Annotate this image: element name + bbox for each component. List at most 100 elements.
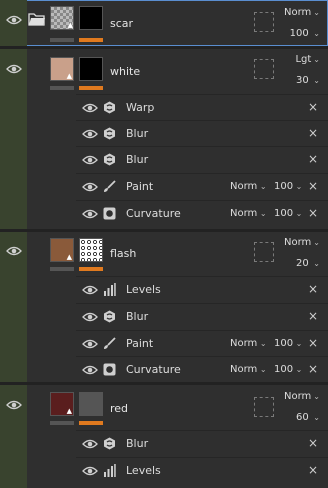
- eye-icon[interactable]: [82, 465, 100, 477]
- chevron-down-icon: ⌄: [310, 413, 320, 422]
- effect-name: Curvature: [126, 207, 181, 220]
- close-icon[interactable]: ×: [308, 309, 318, 323]
- chevron-down-icon: ⌄: [313, 8, 320, 17]
- layer-thumbnail: ▲: [50, 6, 74, 30]
- layers-panel: ▲ scar Norm ⌄ 100 ⌄ ▲ white Lgt ⌄ 30 ⌄ Wa…: [0, 0, 328, 488]
- blend-mode-select[interactable]: Lgt ⌄: [295, 54, 320, 65]
- close-icon[interactable]: ×: [308, 362, 318, 376]
- effect-row[interactable]: Curvature Norm ⌄ 100 ⌄ ×: [76, 200, 328, 226]
- effect-row[interactable]: Levels ×: [76, 457, 328, 483]
- eye-icon[interactable]: [82, 128, 100, 140]
- eye-icon[interactable]: [82, 181, 100, 193]
- eye-icon[interactable]: [82, 102, 100, 114]
- close-icon[interactable]: ×: [308, 282, 318, 296]
- effect-row[interactable]: Paint Norm ⌄ 100 ⌄ ×: [76, 330, 328, 356]
- blend-mode-value: Norm: [230, 208, 258, 219]
- eye-icon[interactable]: [82, 311, 100, 323]
- close-icon[interactable]: ×: [308, 206, 318, 220]
- eye-icon[interactable]: [82, 438, 100, 450]
- layer-thumbnail: ▲: [50, 238, 74, 262]
- blend-mode-select[interactable]: Norm ⌄: [230, 181, 267, 192]
- eye-icon[interactable]: [6, 63, 24, 75]
- mask-slot[interactable]: [254, 12, 274, 32]
- chevron-down-icon: ⌄: [257, 365, 267, 374]
- opacity-select[interactable]: 100 ⌄: [274, 208, 302, 219]
- close-icon[interactable]: ×: [308, 463, 318, 477]
- blend-mode-value: Norm: [284, 391, 312, 402]
- folder-icon[interactable]: [28, 12, 46, 29]
- blend-mode-select[interactable]: Norm ⌄: [230, 338, 267, 349]
- opacity-value: 100: [274, 208, 294, 219]
- chevron-down-icon: ⌄: [293, 339, 303, 348]
- blend-mode-value: Lgt: [295, 54, 312, 65]
- blend-mode-select[interactable]: Norm ⌄: [284, 237, 320, 248]
- blend-mode-select[interactable]: Norm ⌄: [284, 7, 320, 18]
- opacity-value: 60: [296, 412, 309, 423]
- curvature-icon: [103, 207, 116, 220]
- mask-thumbnail: [79, 238, 103, 262]
- eye-icon[interactable]: [82, 284, 100, 296]
- chevron-down-icon: ⌄: [257, 339, 267, 348]
- chevron-down-icon: ⌄: [293, 182, 303, 191]
- chevron-down-icon: ⌄: [257, 209, 267, 218]
- opacity-select[interactable]: 100 ⌄: [290, 28, 320, 39]
- effect-row[interactable]: Blur ×: [76, 120, 328, 146]
- effect-name: Levels: [126, 464, 161, 477]
- opacity-value: 20: [296, 258, 309, 269]
- opacity-select[interactable]: 100 ⌄: [274, 338, 302, 349]
- blend-mode-select[interactable]: Norm ⌄: [284, 391, 320, 402]
- effect-row[interactable]: Blur ×: [76, 303, 328, 329]
- effect-row[interactable]: Blur ×: [76, 146, 328, 172]
- visibility-column: [0, 49, 27, 229]
- effect-name: Paint: [126, 180, 154, 193]
- blend-mode-select[interactable]: Norm ⌄: [230, 364, 267, 375]
- mask-slot[interactable]: [254, 397, 274, 417]
- mask-bar: [79, 421, 103, 425]
- mask-slot[interactable]: [254, 242, 274, 262]
- eye-icon[interactable]: [82, 208, 100, 220]
- effect-row[interactable]: Curvature Norm ⌄ 100 ⌄ ×: [76, 356, 328, 382]
- curvature-icon: [103, 363, 116, 376]
- eye-icon[interactable]: [82, 154, 100, 166]
- close-icon[interactable]: ×: [308, 436, 318, 450]
- eye-icon[interactable]: [6, 245, 24, 257]
- opacity-select[interactable]: 30 ⌄: [296, 75, 320, 86]
- effect-row[interactable]: Levels ×: [76, 276, 328, 302]
- blur-icon: [103, 437, 116, 450]
- blend-mode-select[interactable]: Norm ⌄: [230, 208, 267, 219]
- warp-icon: [103, 101, 116, 114]
- effect-row[interactable]: Warp ×: [76, 94, 328, 120]
- opacity-select[interactable]: 100 ⌄: [274, 181, 302, 192]
- close-icon[interactable]: ×: [308, 336, 318, 350]
- close-icon[interactable]: ×: [308, 100, 318, 114]
- close-icon[interactable]: ×: [308, 179, 318, 193]
- layer-name: scar: [110, 17, 134, 30]
- effect-name: Levels: [126, 283, 161, 296]
- chevron-down-icon: ⌄: [310, 259, 320, 268]
- opacity-value: 100: [274, 181, 294, 192]
- opacity-select[interactable]: 100 ⌄: [274, 364, 302, 375]
- eye-icon[interactable]: [6, 399, 24, 411]
- layer-name: white: [110, 65, 141, 78]
- close-icon[interactable]: ×: [308, 126, 318, 140]
- eye-icon[interactable]: [6, 14, 24, 26]
- effect-row[interactable]: Blur ×: [76, 430, 328, 456]
- blur-icon: [103, 310, 116, 323]
- mask-thumbnail: [79, 392, 103, 416]
- thumbnail-bar: [50, 86, 74, 90]
- eye-icon[interactable]: [82, 338, 100, 350]
- mask-thumbnail: [79, 57, 103, 81]
- effect-row[interactable]: Paint Norm ⌄ 100 ⌄ ×: [76, 173, 328, 199]
- eye-icon[interactable]: [82, 364, 100, 376]
- thumbnail-bar: [50, 267, 74, 271]
- opacity-select[interactable]: 20 ⌄: [296, 258, 320, 269]
- close-icon[interactable]: ×: [308, 152, 318, 166]
- mask-slot[interactable]: [254, 59, 274, 79]
- layer-row-scar[interactable]: ▲ scar Norm ⌄ 100 ⌄: [0, 0, 328, 46]
- blur-icon: [103, 153, 116, 166]
- effect-name: Curvature: [126, 363, 181, 376]
- layer-thumbnail: ▲: [50, 57, 74, 81]
- thumbnail-bar: [50, 421, 74, 425]
- blend-mode-value: Norm: [230, 364, 258, 375]
- opacity-select[interactable]: 60 ⌄: [296, 412, 320, 423]
